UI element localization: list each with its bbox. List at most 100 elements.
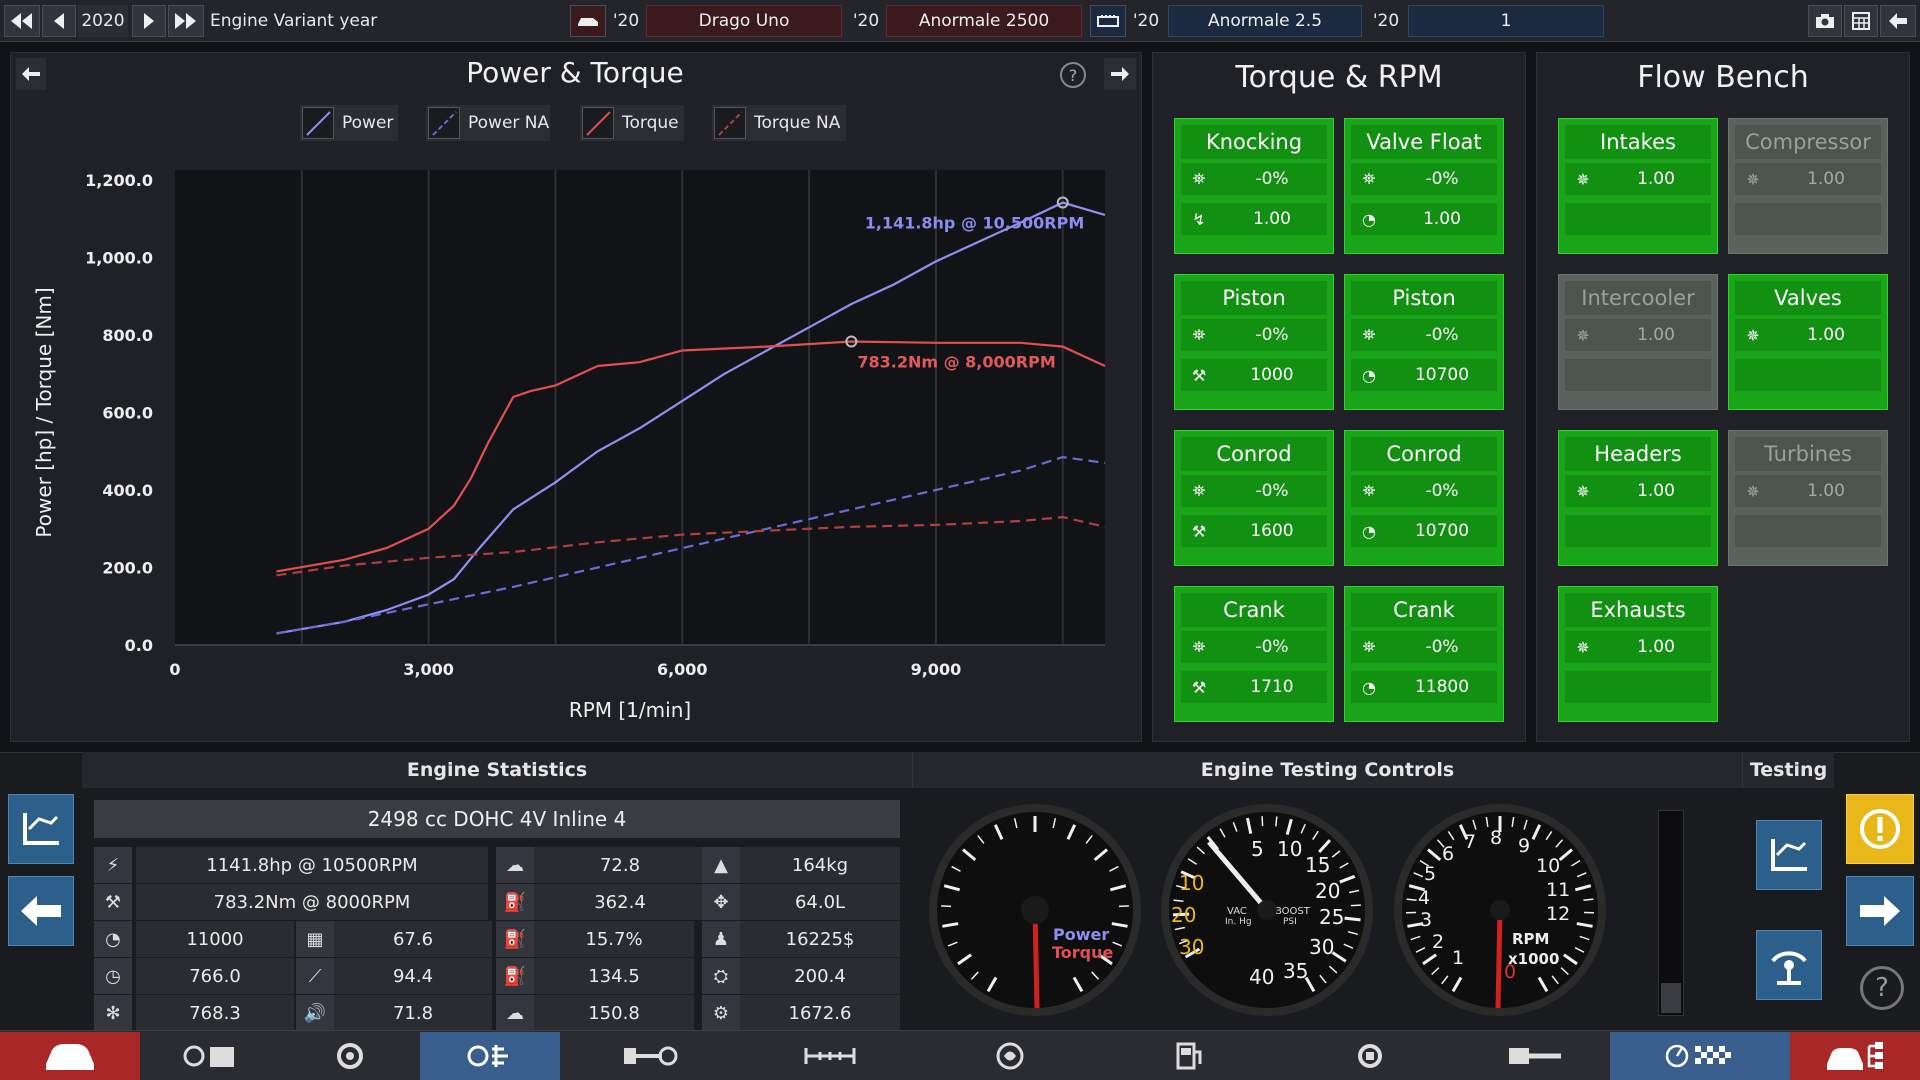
graph-view-button[interactable] — [8, 794, 74, 864]
torque-rpm-box-valve-float[interactable]: Valve Float ⛯ -0% ◔ 1.00 — [1344, 118, 1504, 254]
legend-torque-na[interactable]: Torque NA — [712, 105, 846, 141]
legend-power-na-label: Power NA — [468, 113, 550, 133]
throttle-slider[interactable] — [1658, 810, 1684, 1016]
box-limit-value: 10700 — [1414, 365, 1470, 385]
x-tick-label: 6,000 — [657, 660, 708, 679]
box-row-flow: ✵ 1.00 — [1565, 631, 1711, 663]
flow-bench-box-headers[interactable]: Headers ✵ 1.00 — [1558, 430, 1718, 566]
boost-40-label: 40 — [1249, 965, 1274, 989]
gauge-tick — [1261, 816, 1264, 827]
torque-rpm-box-knocking[interactable]: Knocking ⛯ -0% ↯ 1.00 — [1174, 118, 1334, 254]
box-title: Crank — [1351, 593, 1497, 627]
legend-power-na[interactable]: Power NA — [426, 105, 550, 141]
boost-gauge: 10 20 30 5 10 15 20 25 30 35 40 VAC In. … — [1161, 804, 1373, 1016]
limit-icon: ⚒ — [1191, 521, 1207, 541]
nav-car-tab[interactable] — [0, 1032, 140, 1080]
nav-engine-tab[interactable] — [280, 1032, 420, 1080]
nav-turbo-tab[interactable] — [920, 1032, 1100, 1080]
car1-year: '20 — [612, 11, 640, 31]
help-icon[interactable]: ? — [1860, 966, 1904, 1010]
throttle-handle[interactable] — [1661, 983, 1681, 1013]
flow-bench-box-compressor[interactable]: Compressor ✵ 1.00 — [1728, 118, 1888, 254]
engine-description: 2498 cc DOHC 4V Inline 4 — [94, 800, 900, 838]
stat-icon: ☁ — [496, 847, 534, 883]
car1-model-select[interactable]: Drago Uno — [646, 5, 842, 37]
engine-test-icon — [467, 1045, 508, 1067]
nav-car-list-tab[interactable] — [1790, 1032, 1920, 1080]
stat-icon: ◷ — [94, 958, 132, 994]
nav-exhaust-tab[interactable] — [1460, 1032, 1610, 1080]
grid-icon[interactable] — [1844, 5, 1878, 37]
box-limit-value: 11800 — [1414, 677, 1470, 697]
box-row-empty — [1565, 203, 1711, 235]
flow-bench-box-intakes[interactable]: Intakes ✵ 1.00 — [1558, 118, 1718, 254]
flow-bench-box-exhausts[interactable]: Exhausts ✵ 1.00 — [1558, 586, 1718, 722]
nav-chassis-tab[interactable] — [560, 1032, 740, 1080]
torque-rpm-box-crank[interactable]: Crank ⛯ -0% ⚒ 1710 — [1174, 586, 1334, 722]
first-year-button[interactable] — [4, 5, 40, 37]
box-row-limit: ⚒ 1000 — [1181, 359, 1327, 391]
rpm-gauge: 1 2 3 4 5 6 7 8 9 10 11 12 0 RPM x1000 — [1394, 804, 1606, 1016]
car2-trim-select[interactable]: Anormale 2500 — [886, 5, 1082, 37]
prev-year-button[interactable] — [42, 5, 76, 37]
torque-rpm-box-piston[interactable]: Piston ⛯ -0% ◔ 10700 — [1344, 274, 1504, 410]
nav-fuel-tab[interactable] — [1100, 1032, 1280, 1080]
flow-bench-box-intercooler[interactable]: Intercooler ✵ 1.00 — [1558, 274, 1718, 410]
boost-5-label: 5 — [1251, 837, 1264, 861]
nav-gearbox-tab[interactable] — [1280, 1032, 1460, 1080]
test-bench-button[interactable] — [1756, 930, 1822, 1000]
vac-30-label: 30 — [1179, 935, 1204, 959]
nav-suspension-tab[interactable] — [740, 1032, 920, 1080]
rpm-10-label: 10 — [1536, 855, 1560, 877]
legend-power[interactable]: Power — [300, 105, 398, 141]
nav-engine-testing-tab[interactable] — [420, 1032, 560, 1080]
engine-family-select[interactable]: Anormale 2.5 — [1168, 5, 1362, 37]
box-title: Valve Float — [1351, 125, 1497, 159]
stat-icon: ⟋ — [296, 958, 334, 994]
box-title: Turbines — [1735, 437, 1881, 471]
legend-torque[interactable]: Torque — [580, 105, 684, 141]
stat-value: 15.7% — [534, 921, 694, 957]
stat-value: 72.8 — [534, 847, 706, 883]
left-arrow-icon — [21, 896, 61, 926]
stat-icon: ✻ — [94, 995, 132, 1031]
stat-icon: ⚙ — [702, 995, 740, 1031]
stat-icon: ⛽ — [496, 884, 534, 920]
prev-graph-button[interactable] — [16, 58, 46, 90]
flow-icon: ✵ — [1746, 169, 1760, 189]
stat-value: 362.4 — [534, 884, 706, 920]
flow-icon: ✵ — [1746, 325, 1760, 345]
torque-rpm-box-conrod[interactable]: Conrod ⛯ -0% ◔ 10700 — [1344, 430, 1504, 566]
engine-icon[interactable] — [1090, 5, 1126, 37]
legend-torque-label: Torque — [622, 113, 679, 133]
stat-value: 768.3 — [136, 995, 294, 1031]
warning-button[interactable] — [1846, 794, 1914, 864]
car-icon[interactable] — [570, 5, 606, 37]
flow-bench-box-turbines[interactable]: Turbines ✵ 1.00 — [1728, 430, 1888, 566]
next-graph-button[interactable] — [1104, 58, 1136, 90]
back-button[interactable] — [8, 876, 74, 946]
torque-rpm-box-piston[interactable]: Piston ⛯ -0% ⚒ 1000 — [1174, 274, 1334, 410]
engine-variant-select[interactable]: 1 — [1408, 5, 1604, 37]
back-arrow-icon[interactable] — [1880, 5, 1916, 37]
box-factor-value: -0% — [1425, 325, 1459, 345]
left-arrow-icon — [54, 13, 64, 29]
torque-rpm-box-crank[interactable]: Crank ⛯ -0% ◔ 11800 — [1344, 586, 1504, 722]
box-title: Crank — [1181, 593, 1327, 627]
turbo-icon — [996, 1042, 1024, 1070]
torque-rpm-box-conrod[interactable]: Conrod ⛯ -0% ⚒ 1600 — [1174, 430, 1334, 566]
y-tick-label: 1,000.0 — [85, 249, 153, 268]
flow-bench-box-valves[interactable]: Valves ✵ 1.00 — [1728, 274, 1888, 410]
last-year-button[interactable] — [168, 5, 204, 37]
next-button[interactable] — [1846, 876, 1914, 946]
help-icon[interactable]: ? — [1060, 62, 1086, 88]
camera-icon[interactable] — [1808, 5, 1842, 37]
next-year-button[interactable] — [132, 5, 166, 37]
rpm-3-label: 3 — [1420, 909, 1432, 931]
flow-icon: ✵ — [1576, 325, 1590, 345]
vac-label: VAC — [1227, 906, 1247, 917]
stat-icon: 🔊 — [296, 995, 334, 1031]
nav-engine-family-tab[interactable] — [140, 1032, 280, 1080]
nav-finish-tab[interactable] — [1610, 1032, 1790, 1080]
dyno-graph-button[interactable] — [1756, 820, 1822, 890]
